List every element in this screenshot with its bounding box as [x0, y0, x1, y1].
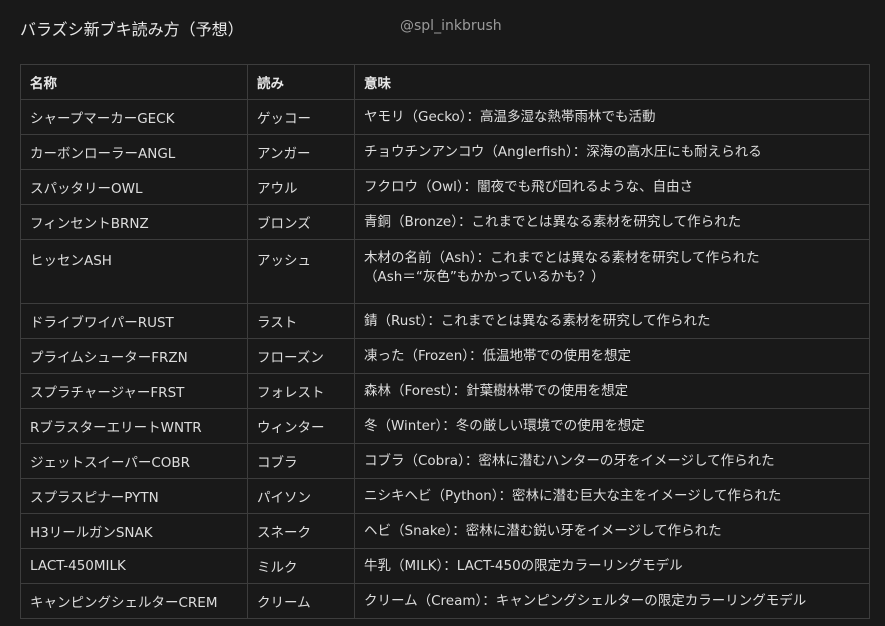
meaning-cell: 錆（Rust）：これまでとは異なる素材を研究して作られた: [354, 303, 870, 339]
table-row: スプラスピナーPYTN パイソン ニシキヘビ（Python）：密林に潜む巨大な主をイ…: [20, 478, 870, 514]
weapon-name-cell: シャープマーカーGECK: [20, 99, 248, 135]
column-header-name: 名称: [20, 64, 248, 100]
meaning-cell: フクロウ（Owl）：闇夜でも飛び回れるような、自由さ: [354, 169, 870, 205]
weapon-name-cell: キャンピングシェルターCREM: [20, 583, 248, 619]
table-row: キャンピングシェルターCREM クリーム クリーム（Cream）：キャンピングシェル…: [20, 583, 870, 619]
meaning-line: ニシキヘビ（Python）：密林に潜む巨大な主をイメージして作られた: [364, 487, 782, 504]
meaning-line: クリーム（Cream）：キャンピングシェルターの限定カラーリングモデル: [364, 592, 807, 609]
weapon-name-cell: スプラチャージャーFRST: [20, 373, 248, 409]
reading-cell: アンガー: [247, 134, 355, 170]
weapon-name-table: 名称 読み 意味 シャープマーカーGECK ゲッコー ヤモリ（Gecko）：高温多湿…: [20, 64, 870, 619]
meaning-line: 牛乳（MILK）：LACT-450の限定カラーリングモデル: [364, 557, 683, 574]
weapon-name-cell: スプラスピナーPYTN: [20, 478, 248, 514]
meaning-line: ヘビ（Snake）：密林に潜む鋭い牙をイメージして作られた: [364, 522, 722, 539]
reading-cell: ラスト: [247, 303, 355, 339]
meaning-line: 木材の名前（Ash）：これまでとは異なる素材を研究して作られた: [364, 250, 760, 266]
weapon-name-cell: H3リールガンSNAK: [20, 513, 248, 549]
reading-cell: アッシュ: [247, 239, 355, 304]
meaning-cell: 青銅（Bronze）：これまでとは異なる素材を研究して作られた: [354, 204, 870, 240]
table-row: ドライブワイパーRUST ラスト 錆（Rust）：これまでとは異なる素材を研究して作…: [20, 303, 870, 339]
reading-cell: ブロンズ: [247, 204, 355, 240]
table-row: ジェットスイーパーCOBR コブラ コブラ（Cobra）：密林に潜むハンターの牙をイ…: [20, 443, 870, 479]
reading-cell: ミルク: [247, 548, 355, 584]
meaning-line: コブラ（Cobra）：密林に潜むハンターの牙をイメージして作られた: [364, 452, 775, 469]
table-row: カーボンローラーANGL アンガー チョウチンアンコウ（Anglerfish）：深海…: [20, 134, 870, 170]
reading-cell: パイソン: [247, 478, 355, 514]
meaning-cell: クリーム（Cream）：キャンピングシェルターの限定カラーリングモデル: [354, 583, 870, 619]
reading-cell: クリーム: [247, 583, 355, 619]
header-row: 名称 読み 意味: [20, 64, 870, 100]
weapon-name-cell: RブラスターエリートWNTR: [20, 408, 248, 444]
column-header-reading: 読み: [247, 64, 355, 100]
meaning-cell: 木材の名前（Ash）：これまでとは異なる素材を研究して作られた （Ash＝“灰色”…: [354, 239, 870, 304]
meaning-cell: 凍った（Frozen）：低温地帯での使用を想定: [354, 338, 870, 374]
meaning-line: チョウチンアンコウ（Anglerfish）：深海の高水圧にも耐えられる: [364, 143, 762, 160]
meaning-cell: チョウチンアンコウ（Anglerfish）：深海の高水圧にも耐えられる: [354, 134, 870, 170]
table-row: RブラスターエリートWNTR ウィンター 冬（Winter）：冬の厳しい環境での使用…: [20, 408, 870, 444]
meaning-line: 錆（Rust）：これまでとは異なる素材を研究して作られた: [364, 312, 711, 329]
table-row: スプラチャージャーFRST フォレスト 森林（Forest）：針葉樹林帯での使用を想…: [20, 373, 870, 409]
table-row: プライムシューターFRZN フローズン 凍った（Frozen）：低温地帯での使用を想…: [20, 338, 870, 374]
table-body: シャープマーカーGECK ゲッコー ヤモリ（Gecko）：高温多湿な熱帯雨林でも活動…: [20, 99, 870, 619]
table-row: LACT-450MILK ミルク 牛乳（MILK）：LACT-450の限定カラーリン…: [20, 548, 870, 584]
meaning-line: （Ash＝“灰色”もかかっているかも？）: [364, 269, 605, 285]
reading-cell: アウル: [247, 169, 355, 205]
meaning-line: 森林（Forest）：針葉樹林帯での使用を想定: [364, 382, 629, 399]
weapon-name-cell: ドライブワイパーRUST: [20, 303, 248, 339]
table-row: シャープマーカーGECK ゲッコー ヤモリ（Gecko）：高温多湿な熱帯雨林でも活動: [20, 99, 870, 135]
meaning-cell: 冬（Winter）：冬の厳しい環境での使用を想定: [354, 408, 870, 444]
meaning-cell: 森林（Forest）：針葉樹林帯での使用を想定: [354, 373, 870, 409]
weapon-name-cell: カーボンローラーANGL: [20, 134, 248, 170]
meaning-cell: コブラ（Cobra）：密林に潜むハンターの牙をイメージして作られた: [354, 443, 870, 479]
table-row: ヒッセンASH アッシュ 木材の名前（Ash）：これまでとは異なる素材を研究して作ら…: [20, 239, 870, 304]
meaning-line: フクロウ（Owl）：闇夜でも飛び回れるような、自由さ: [364, 178, 694, 195]
reading-cell: ゲッコー: [247, 99, 355, 135]
meaning-line: 凍った（Frozen）：低温地帯での使用を想定: [364, 347, 631, 364]
meaning-line: 青銅（Bronze）：これまでとは異なる素材を研究して作られた: [364, 213, 742, 230]
meaning-line: ヤモリ（Gecko）：高温多湿な熱帯雨林でも活動: [364, 108, 656, 125]
reading-cell: スネーク: [247, 513, 355, 549]
table-header: 名称 読み 意味: [20, 64, 870, 100]
meaning-line: 冬（Winter）：冬の厳しい環境での使用を想定: [364, 417, 645, 434]
meaning-cell: ヘビ（Snake）：密林に潜む鋭い牙をイメージして作られた: [354, 513, 870, 549]
page-title: バラズシ新ブキ読み方（予想）: [20, 20, 244, 39]
column-header-meaning: 意味: [354, 64, 870, 100]
reading-cell: フローズン: [247, 338, 355, 374]
author-handle: @spl_inkbrush: [400, 18, 502, 34]
weapon-name-cell: ジェットスイーパーCOBR: [20, 443, 248, 479]
meaning-cell: ヤモリ（Gecko）：高温多湿な熱帯雨林でも活動: [354, 99, 870, 135]
weapon-name-cell: スパッタリーOWL: [20, 169, 248, 205]
table-row: スパッタリーOWL アウル フクロウ（Owl）：闇夜でも飛び回れるような、自由さ: [20, 169, 870, 205]
weapon-name-cell: LACT-450MILK: [20, 548, 248, 584]
weapon-name-cell: フィンセントBRNZ: [20, 204, 248, 240]
reading-cell: ウィンター: [247, 408, 355, 444]
table-row: H3リールガンSNAK スネーク ヘビ（Snake）：密林に潜む鋭い牙をイメージして…: [20, 513, 870, 549]
weapon-name-cell: プライムシューターFRZN: [20, 338, 248, 374]
table-row: フィンセントBRNZ ブロンズ 青銅（Bronze）：これまでとは異なる素材を研究…: [20, 204, 870, 240]
meaning-cell: 牛乳（MILK）：LACT-450の限定カラーリングモデル: [354, 548, 870, 584]
weapon-name-cell: ヒッセンASH: [20, 239, 248, 304]
meaning-cell: ニシキヘビ（Python）：密林に潜む巨大な主をイメージして作られた: [354, 478, 870, 514]
reading-cell: コブラ: [247, 443, 355, 479]
reading-cell: フォレスト: [247, 373, 355, 409]
